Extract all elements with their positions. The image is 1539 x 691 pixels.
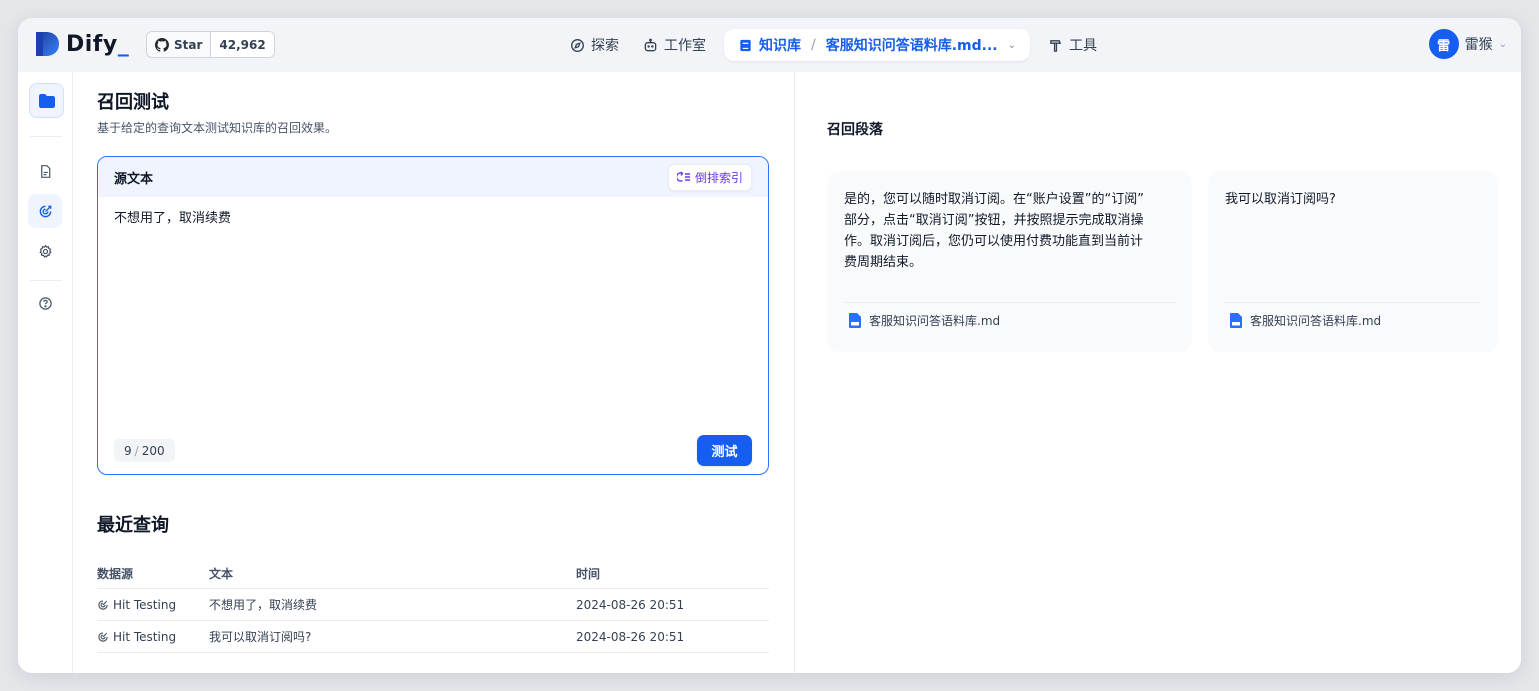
source-text-box: 源文本 倒排索引 不想用了，取消续费 9 / 200 测试: [97, 156, 769, 475]
char-count-separator: /: [134, 443, 139, 458]
retrieval-method-icon: [676, 171, 690, 182]
user-name: 雷猴: [1464, 37, 1493, 53]
nav-tools[interactable]: 工具: [1036, 29, 1109, 61]
dataset-folder-button[interactable]: [29, 83, 64, 118]
sidebar-item-help[interactable]: [28, 286, 62, 320]
page-title: 召回测试: [97, 92, 169, 113]
target-icon: [98, 631, 108, 642]
sidebar-divider: [30, 136, 62, 137]
recent-queries-table: 数据源 文本 时间 Hit Testing 不想用了，取消续费 2024-08-…: [97, 559, 769, 653]
sidebar-item-documents[interactable]: [28, 154, 62, 188]
hammer-icon: [1050, 39, 1062, 52]
header-source: 数据源: [97, 567, 134, 581]
table-row[interactable]: Hit Testing 我可以取消订阅吗? 2024-08-26 20:51: [97, 621, 769, 653]
result-card-divider: [1225, 302, 1481, 303]
dataset-sidebar: [18, 72, 73, 673]
user-menu[interactable]: 雷 雷猴 ⌄: [1428, 29, 1507, 59]
app-window: Dify_ Star 42,962 探索 工作室 知识库 / 客服知识问答语料库…: [18, 18, 1521, 673]
dify-logo[interactable]: Dify_: [34, 30, 129, 58]
nav-knowledge[interactable]: 知识库 / 客服知识问答语料库.md... ⌄: [724, 29, 1030, 61]
dataset-selector[interactable]: 客服知识问答语料库.md...: [826, 35, 998, 55]
row-source: Hit Testing: [97, 630, 209, 644]
result-card-line: 作。取消订阅后，您仍可以使用付费功能直到当前计: [844, 234, 1144, 249]
nav-knowledge-label: 知识库: [759, 38, 801, 54]
result-card-line: 是的，您可以随时取消订阅。在“账户设置”的“订阅”: [844, 192, 1144, 207]
source-text-input[interactable]: 不想用了，取消续费: [114, 207, 231, 226]
github-star[interactable]: Star: [147, 32, 212, 57]
char-count-max: 200: [141, 443, 165, 458]
result-card-file-name: 客服知识问答语料库.md: [1250, 314, 1382, 328]
nav-explore-label: 探索: [591, 38, 619, 54]
char-count-current: 9: [124, 443, 132, 458]
recent-queries-title: 最近查询: [97, 515, 169, 536]
top-navbar: Dify_ Star 42,962 探索 工作室 知识库 / 客服知识问答语料库…: [18, 18, 1521, 72]
results-title: 召回段落: [827, 122, 883, 138]
result-card-line: 费周期结束。: [844, 255, 923, 270]
compass-icon: [571, 38, 584, 52]
result-card-file[interactable]: 客服知识问答语料库.md: [848, 312, 1000, 329]
result-card-divider: [844, 302, 1175, 303]
header-text: 文本: [209, 567, 234, 581]
result-card-line: 我可以取消订阅吗?: [1225, 192, 1336, 207]
main-nav: 探索 工作室 知识库 / 客服知识问答语料库.md... ⌄ 工具: [558, 29, 1109, 61]
markdown-file-icon: [849, 313, 861, 328]
chevron-down-icon: ⌄: [1498, 38, 1507, 50]
result-card-line: 部分，点击“取消订阅”按钮，并按照提示完成取消操: [844, 213, 1144, 228]
row-source: Hit Testing: [97, 598, 209, 612]
table-row[interactable]: Hit Testing 不想用了，取消续费 2024-08-26 20:51: [97, 589, 769, 621]
char-counter: 9 / 200: [114, 439, 175, 462]
inverted-index-button[interactable]: 倒排索引: [667, 163, 752, 191]
github-star-count[interactable]: 42,962: [211, 32, 274, 57]
source-text-label: 源文本: [114, 171, 154, 187]
hit-testing-panel: 召回测试 基于给定的查询文本测试知识库的召回效果。 源文本 倒排索引 不想用了，…: [97, 72, 769, 673]
results-panel: 召回段落 是的，您可以随时取消订阅。在“账户设置”的“订阅” 部分，点击“取消订…: [794, 72, 1521, 673]
folder-icon: [38, 93, 55, 108]
sidebar-item-settings[interactable]: [28, 234, 62, 268]
result-card-file-name: 客服知识问答语料库.md: [869, 314, 1001, 328]
robot-icon: [644, 38, 657, 51]
nav-explore[interactable]: 探索: [558, 29, 631, 61]
result-card[interactable]: 我可以取消订阅吗? 客服知识问答语料库.md: [1208, 171, 1498, 352]
github-icon: [155, 37, 169, 52]
row-source-label: Hit Testing: [113, 629, 177, 644]
nav-studio-label: 工作室: [664, 38, 706, 54]
book-icon: [740, 39, 751, 51]
content-area: 召回测试 基于给定的查询文本测试知识库的召回效果。 源文本 倒排索引 不想用了，…: [18, 72, 1521, 673]
target-icon: [98, 599, 108, 610]
result-card-text: 我可以取消订阅吗?: [1225, 189, 1336, 210]
app-name: Dify_: [66, 31, 130, 57]
github-star-badge[interactable]: Star 42,962: [146, 31, 275, 58]
gear-icon: [38, 244, 52, 258]
test-button[interactable]: 测试: [697, 435, 752, 466]
sidebar-divider: [30, 280, 62, 281]
row-time: 2024-08-26 20:51: [576, 629, 685, 644]
result-card-text: 是的，您可以随时取消订阅。在“账户设置”的“订阅” 部分，点击“取消订阅”按钮，…: [844, 189, 1144, 273]
row-text: 不想用了，取消续费: [209, 598, 318, 612]
breadcrumb-separator: /: [811, 37, 816, 53]
chevron-down-icon: ⌄: [1007, 39, 1016, 51]
row-text: 我可以取消订阅吗?: [209, 630, 312, 644]
row-source-label: Hit Testing: [113, 597, 177, 612]
dify-logo-icon: [36, 32, 59, 56]
result-card-file[interactable]: 客服知识问答语料库.md: [1229, 312, 1381, 329]
table-header: 数据源 文本 时间: [97, 559, 769, 589]
nav-studio[interactable]: 工作室: [631, 29, 718, 61]
row-time: 2024-08-26 20:51: [576, 597, 685, 612]
result-card[interactable]: 是的，您可以随时取消订阅。在“账户设置”的“订阅” 部分，点击“取消订阅”按钮，…: [827, 171, 1192, 352]
document-icon: [40, 164, 50, 178]
target-icon: [39, 205, 51, 217]
page-subtitle: 基于给定的查询文本测试知识库的召回效果。: [97, 121, 338, 135]
help-icon: [38, 296, 52, 310]
github-star-label: Star: [174, 37, 203, 52]
avatar: 雷: [1428, 29, 1459, 59]
header-time: 时间: [576, 567, 601, 581]
markdown-file-icon: [1230, 313, 1242, 328]
inverted-index-label: 倒排索引: [694, 170, 743, 185]
source-text-header: 源文本 倒排索引: [98, 157, 768, 197]
sidebar-item-hit-testing[interactable]: [28, 194, 62, 228]
nav-tools-label: 工具: [1069, 38, 1097, 54]
